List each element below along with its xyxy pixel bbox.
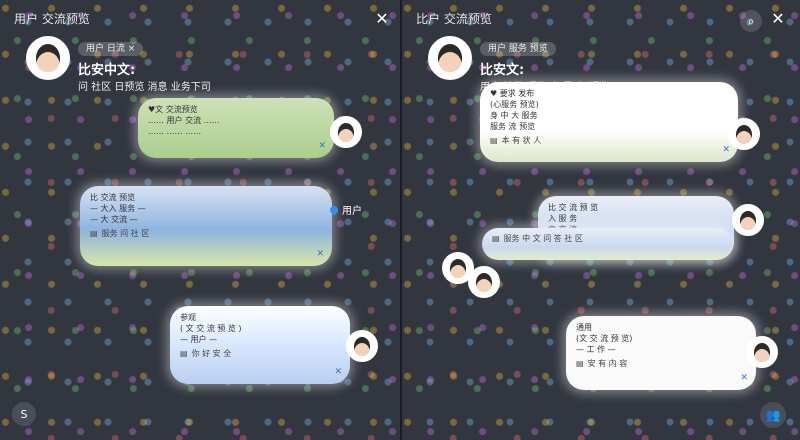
avatar [26, 36, 70, 80]
avatar [468, 266, 500, 298]
search-icon[interactable]: ⌕ [740, 10, 762, 32]
status-chip[interactable]: 用户 服务 预览 [480, 42, 556, 56]
avatar [428, 36, 472, 80]
message-footer-bar[interactable]: ▤ 服务 中 文 问 答 社 区 [482, 228, 732, 260]
doc-icon: ▤ [492, 234, 500, 243]
message-bubble[interactable]: ♥文 交流预览 …… 用户 交流 …… …… …… …… ✕ [138, 98, 334, 158]
close-icon[interactable]: ✕ [316, 249, 324, 260]
message-bubble[interactable]: 通用 (文 交 流 预 览) — 工 作 — ▤ 安 有 内 容 ✕ [566, 316, 756, 390]
people-icon[interactable]: 👥 [760, 402, 786, 428]
pin-icon [328, 203, 340, 216]
avatar [746, 336, 778, 368]
message-bubble[interactable]: 参观 ( 文 交 流 预 览 ) — 用户 — ▤ 你 好 安 全 ✕ [170, 306, 350, 384]
user-tag[interactable]: 用户 [328, 202, 362, 217]
avatar [728, 118, 760, 150]
doc-icon: ▤ [90, 229, 98, 238]
close-button[interactable]: ✕ [768, 8, 788, 28]
panel-title: 比户 交流预览 [416, 12, 492, 26]
close-icon[interactable]: ✕ [334, 367, 342, 378]
s-button[interactable]: S [12, 402, 36, 426]
close-icon[interactable]: ✕ [740, 373, 748, 384]
close-icon[interactable]: ✕ [318, 141, 326, 152]
doc-icon: ▤ [180, 349, 188, 358]
panel-title: 用户 交流预览 [14, 12, 90, 26]
status-chip[interactable]: 用户 日流 × [78, 42, 144, 56]
close-button[interactable]: ✕ [372, 8, 392, 28]
avatar [330, 116, 362, 148]
message-bubble[interactable]: ♥ 要求 发布 (心服务 预览) 身 中 大 服务 服务 流 预览 ▤ 本 有 状… [480, 82, 738, 162]
profile-name: 比安文: [480, 63, 525, 78]
avatar [346, 330, 378, 362]
doc-icon: ▤ [576, 359, 584, 368]
profile-subtitle: 问 社区 日预览 消息 业务下司 [78, 82, 211, 93]
profile-name: 比安中文: [78, 63, 136, 78]
profile-header: 用户 日流 × 比安中文: 问 社区 日预览 消息 业务下司 [26, 36, 211, 93]
left-panel: 用户 交流预览 ✕ 用户 日流 × 比安中文: 问 社区 日预览 消息 业务下司… [0, 0, 400, 440]
message-bubble[interactable]: 比 交流 预览 — 大入 服务 — — 大 交流 — ▤ 服务 问 社 区 ✕ [80, 186, 332, 266]
close-icon[interactable]: ✕ [722, 145, 730, 156]
right-panel: 比户 交流预览 ⌕ ✕ 用户 服务 预览 比安文: 用户 社区 预览 中 是 为… [402, 0, 800, 440]
doc-icon: ▤ [490, 136, 498, 145]
avatar [732, 204, 764, 236]
